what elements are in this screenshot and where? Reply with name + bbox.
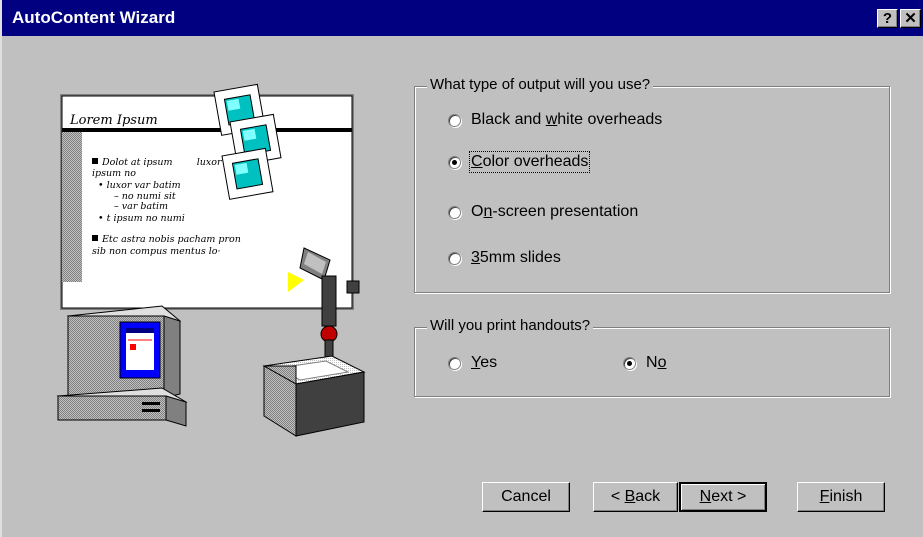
slide-bullet-line: Dolot at ipsum luxor var bbox=[101, 157, 242, 168]
radio-label: Black and white overheads bbox=[471, 111, 663, 128]
radio-label: Yes bbox=[471, 354, 498, 371]
next-button[interactable]: Next > bbox=[679, 482, 767, 512]
radio-button-icon[interactable] bbox=[623, 356, 636, 370]
radio-label: On-screen presentation bbox=[471, 203, 639, 220]
radio-label: Color overheads bbox=[468, 151, 591, 173]
handouts-group: Will you print handouts? Yes No bbox=[414, 317, 890, 397]
autocontent-wizard-window: AutoContent Wizard ? ✕ Lorem Ipsum Dolot… bbox=[0, 0, 923, 537]
output-type-group-label: What type of output will you use? bbox=[427, 76, 654, 93]
title-bar[interactable]: AutoContent Wizard ? ✕ bbox=[2, 0, 923, 36]
radio-button-icon[interactable] bbox=[448, 205, 461, 219]
slide-title: Lorem Ipsum bbox=[69, 113, 158, 128]
bullet-square-icon bbox=[92, 235, 98, 241]
radio-color-overheads[interactable]: Color overheads bbox=[448, 151, 591, 173]
cancel-button[interactable]: Cancel bbox=[482, 482, 570, 512]
slide-bullet-line: – var batim bbox=[108, 201, 168, 212]
radio-button-icon[interactable] bbox=[448, 251, 461, 265]
slide-bullet-line: ipsum no bbox=[92, 168, 136, 179]
slide-bullet-line: Etc astra nobis pacham pron bbox=[101, 234, 241, 245]
window-title: AutoContent Wizard bbox=[12, 8, 176, 27]
radio-button-icon[interactable] bbox=[448, 113, 461, 127]
radio-black-white-overheads[interactable]: Black and white overheads bbox=[448, 111, 662, 129]
help-button[interactable]: ? bbox=[877, 9, 898, 28]
radio-button-icon[interactable] bbox=[448, 155, 461, 169]
handouts-group-label: Will you print handouts? bbox=[427, 317, 594, 334]
radio-label: No bbox=[646, 354, 667, 371]
radio-on-screen-presentation[interactable]: On-screen presentation bbox=[448, 203, 638, 221]
radio-button-icon[interactable] bbox=[448, 356, 461, 370]
back-button[interactable]: < Back bbox=[593, 482, 678, 512]
radio-handouts-no[interactable]: No bbox=[623, 354, 666, 372]
slide-bullet-line: • t ipsum no numi bbox=[98, 213, 185, 224]
finish-button[interactable]: Finish bbox=[797, 482, 885, 512]
radio-handouts-yes[interactable]: Yes bbox=[448, 354, 497, 372]
slide-bullet-line: • luxor var batim bbox=[98, 180, 181, 191]
slide-bullet-line: sib non compus mentus lo· bbox=[92, 246, 221, 257]
bullet-square-icon bbox=[92, 158, 98, 164]
computer-icon bbox=[56, 305, 188, 427]
projection-screen: Lorem Ipsum Dolot at ipsum luxor var ips… bbox=[60, 94, 354, 310]
radio-label: 35mm slides bbox=[471, 249, 561, 266]
close-button[interactable]: ✕ bbox=[900, 9, 921, 28]
output-type-group: What type of output will you use? Black … bbox=[414, 76, 890, 293]
radio-35mm-slides[interactable]: 35mm slides bbox=[448, 249, 561, 267]
wizard-illustration: Lorem Ipsum Dolot at ipsum luxor var ips… bbox=[56, 83, 366, 437]
